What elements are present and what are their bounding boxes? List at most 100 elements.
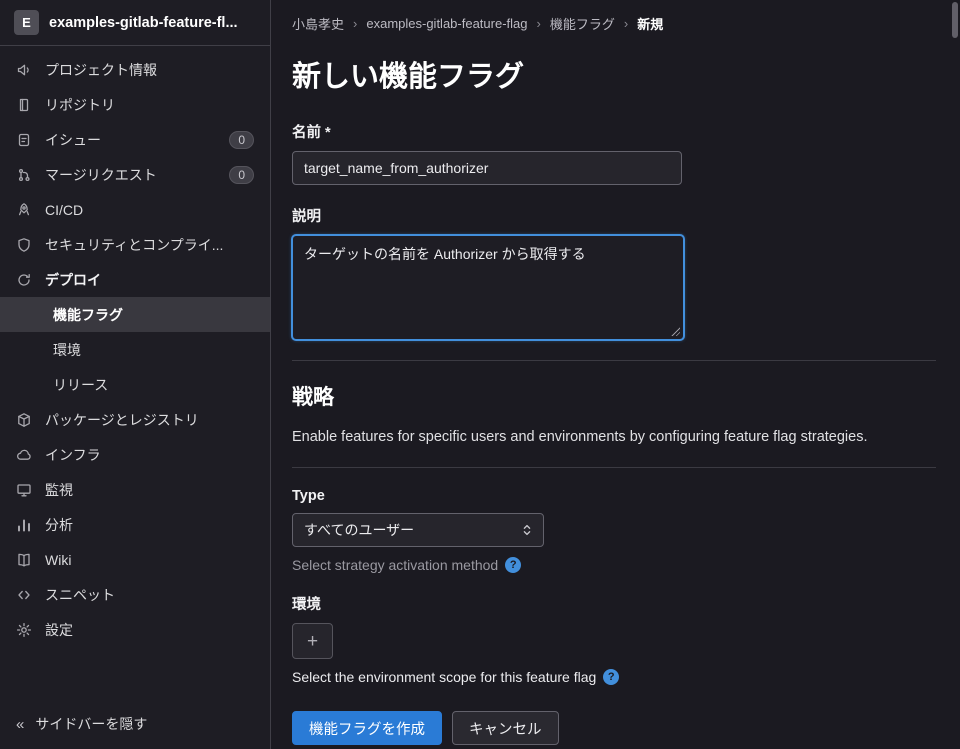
merge-requests-count-badge: 0 bbox=[229, 165, 254, 184]
issues-icon bbox=[16, 132, 32, 148]
sidebar-item-deployments[interactable]: デプロイ bbox=[0, 262, 270, 297]
name-field-group: 名前 * bbox=[292, 121, 936, 185]
collapse-sidebar-button[interactable]: « サイドバーを隠す bbox=[0, 699, 270, 749]
divider bbox=[292, 360, 936, 361]
sidebar-item-label: デプロイ bbox=[45, 271, 101, 288]
type-help-text: Select strategy activation method bbox=[292, 557, 499, 573]
sidebar-item-label: 分析 bbox=[45, 516, 73, 533]
breadcrumb-separator: › bbox=[623, 16, 629, 31]
shield-icon bbox=[16, 237, 32, 253]
sidebar-item-merge-requests[interactable]: マージリクエスト 0 bbox=[0, 157, 270, 192]
environments-help-text: Select the environment scope for this fe… bbox=[292, 669, 597, 685]
select-caret-icon bbox=[520, 523, 534, 537]
sidebar-item-releases[interactable]: リリース bbox=[0, 367, 270, 402]
description-label: 説明 bbox=[292, 209, 321, 225]
rocket-icon bbox=[16, 202, 32, 218]
type-field-group: Type すべてのユーザー Select strategy activation… bbox=[292, 488, 936, 573]
sidebar-item-analytics[interactable]: 分析 bbox=[0, 507, 270, 542]
plus-icon: + bbox=[306, 630, 319, 652]
sidebar-item-label: イシュー bbox=[45, 131, 101, 148]
type-select[interactable]: すべてのユーザー bbox=[292, 513, 544, 547]
sidebar-item-environments[interactable]: 環境 bbox=[0, 332, 270, 367]
environments-help-row: Select the environment scope for this fe… bbox=[292, 669, 936, 685]
environments-label: 環境 bbox=[292, 597, 321, 613]
type-select-value: すべてのユーザー bbox=[304, 522, 415, 538]
help-icon[interactable]: ? bbox=[603, 669, 620, 685]
sidebar-item-project-information[interactable]: プロジェクト情報 bbox=[0, 52, 270, 87]
sidebar-item-ci-cd[interactable]: CI/CD bbox=[0, 192, 270, 227]
name-input[interactable] bbox=[292, 151, 682, 185]
project-avatar: E bbox=[14, 10, 39, 35]
sidebar-item-infrastructure[interactable]: インフラ bbox=[0, 437, 270, 472]
deployments-submenu: 機能フラグ 環境 リリース bbox=[0, 297, 270, 402]
sidebar-item-label: CI/CD bbox=[45, 201, 84, 218]
description-textarea[interactable]: ターゲットの名前を Authorizer から取得する bbox=[292, 235, 684, 340]
deployments-icon bbox=[16, 272, 32, 288]
description-field-group: 説明 ターゲットの名前を Authorizer から取得する bbox=[292, 205, 936, 340]
sidebar-item-label: リリース bbox=[53, 376, 109, 393]
main-content: 小島孝史 › examples-gitlab-feature-flag › 機能… bbox=[271, 0, 960, 749]
sidebar-item-packages-registries[interactable]: パッケージとレジストリ bbox=[0, 402, 270, 437]
sidebar-item-wiki[interactable]: Wiki bbox=[0, 542, 270, 577]
sidebar-item-label: 環境 bbox=[53, 341, 81, 358]
sidebar-item-label: スニペット bbox=[45, 586, 115, 603]
gitlab-app: E examples-gitlab-feature-fl... プロジェクト情報… bbox=[0, 0, 960, 749]
type-label: Type bbox=[292, 488, 325, 504]
book-icon bbox=[16, 552, 32, 568]
bullhorn-icon bbox=[16, 62, 32, 78]
breadcrumb-feature-flags[interactable]: 機能フラグ bbox=[550, 14, 615, 33]
strategies-heading: 戦略 bbox=[292, 386, 334, 409]
sidebar: E examples-gitlab-feature-fl... プロジェクト情報… bbox=[0, 0, 271, 749]
strategies-description: Enable features for specific users and e… bbox=[292, 429, 868, 445]
sidebar-item-label: 監視 bbox=[45, 481, 73, 498]
snippet-icon bbox=[16, 587, 32, 603]
add-environment-button[interactable]: + bbox=[292, 623, 333, 659]
issues-count-badge: 0 bbox=[229, 130, 254, 149]
sidebar-item-snippets[interactable]: スニペット bbox=[0, 577, 270, 612]
sidebar-item-label: 機能フラグ bbox=[53, 306, 123, 323]
sidebar-item-label: リポジトリ bbox=[45, 96, 115, 113]
sidebar-item-label: Wiki bbox=[45, 551, 72, 568]
cancel-button[interactable]: キャンセル bbox=[452, 711, 559, 745]
sidebar-nav: プロジェクト情報 リポジトリ イシュー 0 マージリクエスト 0 CI/CD セ… bbox=[0, 46, 270, 699]
project-name: examples-gitlab-feature-fl... bbox=[49, 14, 238, 31]
form-actions: 機能フラグを作成 キャンセル bbox=[292, 711, 936, 745]
sidebar-item-monitor[interactable]: 監視 bbox=[0, 472, 270, 507]
collapse-sidebar-label: サイドバーを隠す bbox=[35, 716, 148, 732]
sidebar-item-label: 設定 bbox=[45, 621, 73, 638]
document-icon bbox=[16, 97, 32, 113]
sidebar-item-issues[interactable]: イシュー 0 bbox=[0, 122, 270, 157]
sidebar-item-feature-flags[interactable]: 機能フラグ bbox=[0, 297, 270, 332]
collapse-chevrons-icon: « bbox=[16, 715, 25, 733]
monitor-icon bbox=[16, 482, 32, 498]
sidebar-item-security-compliance[interactable]: セキュリティとコンプライ... bbox=[0, 227, 270, 262]
breadcrumb-separator: › bbox=[536, 16, 541, 31]
type-help-row: Select strategy activation method ? bbox=[292, 557, 936, 573]
breadcrumb: 小島孝史 › examples-gitlab-feature-flag › 機能… bbox=[292, 14, 936, 33]
sidebar-item-label: インフラ bbox=[45, 446, 101, 463]
breadcrumb-user[interactable]: 小島孝史 bbox=[292, 14, 344, 33]
environments-field-group: 環境 + Select the environment scope for th… bbox=[292, 593, 936, 685]
create-feature-flag-button[interactable]: 機能フラグを作成 bbox=[292, 711, 442, 745]
chart-icon bbox=[16, 517, 32, 533]
sidebar-item-label: プロジェクト情報 bbox=[45, 61, 157, 78]
help-icon[interactable]: ? bbox=[505, 557, 522, 573]
sidebar-item-label: セキュリティとコンプライ... bbox=[45, 236, 224, 253]
page-title: 新しい機能フラグ bbox=[292, 61, 525, 93]
scrollbar-thumb[interactable] bbox=[952, 2, 958, 38]
package-icon bbox=[16, 412, 32, 428]
sidebar-item-label: パッケージとレジストリ bbox=[45, 411, 199, 428]
project-header[interactable]: E examples-gitlab-feature-fl... bbox=[0, 0, 270, 46]
cloud-icon bbox=[16, 447, 32, 463]
breadcrumb-project[interactable]: examples-gitlab-feature-flag bbox=[366, 16, 527, 31]
merge-request-icon bbox=[16, 167, 32, 183]
gear-icon bbox=[16, 622, 32, 638]
description-textarea-wrap: ターゲットの名前を Authorizer から取得する bbox=[292, 235, 684, 340]
divider bbox=[292, 467, 936, 468]
sidebar-item-repository[interactable]: リポジトリ bbox=[0, 87, 270, 122]
sidebar-item-settings[interactable]: 設定 bbox=[0, 612, 270, 647]
breadcrumb-current: 新規 bbox=[637, 17, 664, 32]
breadcrumb-separator: › bbox=[353, 16, 358, 31]
sidebar-item-label: マージリクエスト bbox=[45, 166, 157, 183]
name-label: 名前 * bbox=[292, 125, 331, 141]
